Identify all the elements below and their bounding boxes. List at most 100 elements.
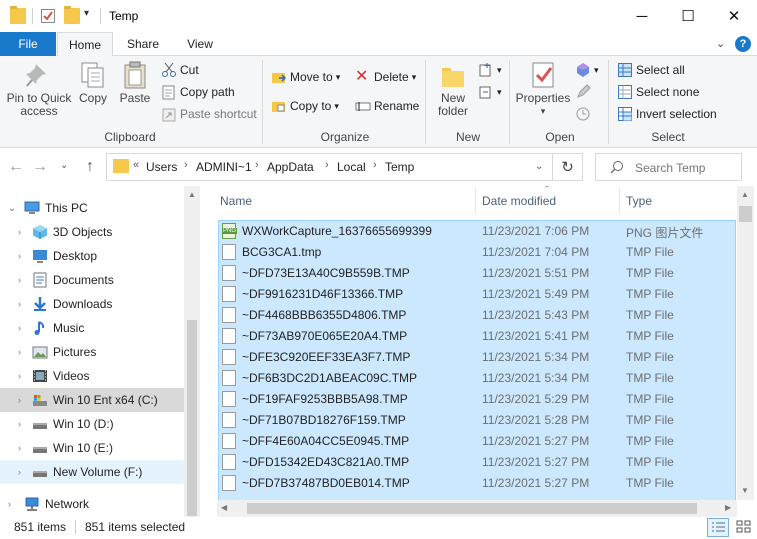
chevron-right-icon[interactable]: › (18, 323, 21, 333)
file-name[interactable]: WXWorkCapture_16376655699399 (242, 224, 432, 238)
file-name[interactable]: BCG3CA1.tmp (242, 245, 321, 259)
chevron-down-icon[interactable]: ▾ (84, 8, 100, 24)
select-none-button[interactable]: Select none (617, 82, 699, 102)
tab-share[interactable]: Share (118, 32, 168, 56)
breadcrumb-admini[interactable]: ADMINI~1 (196, 160, 252, 174)
recent-locations-chevron-icon[interactable]: ⌄ (60, 160, 68, 171)
file-name[interactable]: ~DF71B07BD18276F159.TMP (242, 413, 406, 427)
address-bar[interactable]: « Users › ADMINI~1 › AppData › Local › T… (106, 153, 553, 181)
chevron-right-icon[interactable]: › (18, 419, 21, 429)
breadcrumb-appdata[interactable]: AppData (267, 160, 314, 174)
paste-button[interactable]: Paste (116, 60, 154, 105)
tab-file[interactable]: File (0, 32, 56, 56)
maximize-button[interactable]: ☐ (665, 0, 711, 32)
help-icon[interactable]: ? (735, 36, 751, 52)
new-folder-button[interactable]: New folder (432, 60, 474, 118)
nav-item-desktop[interactable]: › Desktop (0, 244, 184, 268)
scrollbar-thumb[interactable] (739, 206, 752, 222)
history-button[interactable] (575, 104, 594, 124)
invert-selection-button[interactable]: Invert selection (617, 104, 717, 124)
chevron-right-icon[interactable]: › (18, 443, 21, 453)
breadcrumb-users[interactable]: Users (146, 160, 177, 174)
edit-button[interactable] (575, 82, 594, 102)
close-button[interactable]: ✕ (711, 0, 757, 32)
chevron-right-icon[interactable]: › (18, 395, 21, 405)
column-header-type[interactable]: Type (626, 186, 726, 216)
file-name[interactable]: ~DFD73E13A40C9B559B.TMP (242, 266, 410, 280)
nav-item-music[interactable]: › Music (0, 316, 184, 340)
scroll-right-arrow-icon[interactable]: ▶ (725, 503, 731, 512)
scrollbar-thumb[interactable] (187, 320, 197, 516)
rename-button[interactable]: Rename (355, 96, 419, 116)
file-row[interactable]: ~DF9916231D46F13366.TMP 11/23/2021 5:49 P… (218, 283, 736, 304)
properties-quick-icon[interactable] (40, 8, 56, 24)
nav-item-documents[interactable]: › Documents (0, 268, 184, 292)
nav-item-network[interactable]: › Network (0, 492, 184, 516)
select-all-button[interactable]: Select all (617, 60, 685, 80)
details-view-button[interactable] (707, 518, 729, 537)
open-button[interactable]: ▾ (575, 60, 599, 80)
column-divider[interactable] (475, 188, 476, 214)
navigation-pane-scrollbar[interactable]: ▲ (184, 186, 200, 518)
back-arrow-icon[interactable]: ← (8, 158, 24, 176)
nav-item-downloads[interactable]: › Downloads (0, 292, 184, 316)
forward-arrow-icon[interactable]: → (32, 158, 48, 176)
chevron-right-icon[interactable]: › (18, 347, 21, 357)
chevron-down-icon[interactable]: ⌄ (8, 203, 16, 214)
cut-button[interactable]: Cut (161, 60, 199, 80)
new-folder-quick-icon[interactable] (64, 6, 80, 24)
search-placeholder[interactable]: Search Temp (635, 161, 705, 175)
file-name[interactable]: ~DF73AB970E065E20A4.TMP (242, 329, 407, 343)
nav-item-videos[interactable]: › Videos (0, 364, 184, 388)
move-to-button[interactable]: Move to ▾ (271, 67, 340, 87)
nav-item-drive-e[interactable]: › Win 10 (E:) (0, 436, 184, 460)
column-divider[interactable] (619, 188, 620, 214)
copy-to-button[interactable]: Copy to ▾ (271, 96, 339, 116)
tab-view[interactable]: View (176, 32, 224, 56)
chevron-right-icon[interactable]: › (18, 251, 21, 261)
file-row[interactable]: ~DFE3C920EEF33EA3F7.TMP 11/23/2021 5:34 P… (218, 346, 736, 367)
scroll-up-arrow-icon[interactable]: ▲ (741, 190, 749, 199)
file-row[interactable]: ~DF4468BBB6355D4806.TMP 11/23/2021 5:43 P… (218, 304, 736, 325)
file-name[interactable]: ~DF9916231D46F13366.TMP (242, 287, 403, 301)
nav-item-drive-c[interactable]: › Win 10 Ent x64 (C:) (0, 388, 184, 412)
minimize-button[interactable]: ─ (619, 0, 665, 32)
file-name[interactable]: ~DF19FAF9253BBB5A98.TMP (242, 392, 408, 406)
file-row[interactable]: ~DFF4E60A04CC5E0945.TMP 11/23/2021 5:27 P… (218, 430, 736, 451)
paste-shortcut-button[interactable]: Paste shortcut (161, 104, 257, 124)
chevron-right-icon[interactable]: › (18, 275, 21, 285)
scroll-left-arrow-icon[interactable]: ◀ (221, 503, 227, 512)
chevron-right-icon[interactable]: › (18, 227, 21, 237)
file-name[interactable]: ~DFD15342ED43C821A0.TMP (242, 455, 409, 469)
refresh-button[interactable]: ↻ (553, 153, 583, 181)
properties-button[interactable]: Properties ▾ (514, 60, 572, 118)
file-name[interactable]: ~DFF4E60A04CC5E0945.TMP (242, 434, 409, 448)
file-name[interactable]: ~DF6B3DC2D1ABEAC09C.TMP (242, 371, 417, 385)
file-row[interactable]: ~DFD15342ED43C821A0.TMP 11/23/2021 5:27 P… (218, 451, 736, 472)
nav-item-this-pc[interactable]: ⌄ This PC (0, 196, 184, 220)
scroll-down-arrow-icon[interactable]: ▼ (741, 486, 749, 495)
new-item-button[interactable]: ▾ (478, 60, 502, 80)
file-row[interactable]: ~DFD73E13A40C9B559B.TMP 11/23/2021 5:51 P… (218, 262, 736, 283)
breadcrumb-local[interactable]: Local (337, 160, 366, 174)
breadcrumb-separator-icon[interactable]: › (184, 159, 188, 171)
file-row[interactable]: ~DF19FAF9253BBB5A98.TMP 11/23/2021 5:29 P… (218, 388, 736, 409)
delete-button[interactable]: ✕ Delete ▾ (355, 67, 416, 87)
file-row[interactable]: ~DF71B07BD18276F159.TMP 11/23/2021 5:28 P… (218, 409, 736, 430)
search-box[interactable]: Search Temp (595, 153, 742, 181)
nav-item-pictures[interactable]: › Pictures (0, 340, 184, 364)
tab-home[interactable]: Home (57, 32, 113, 57)
file-row[interactable]: WXWorkCapture_16376655699399 11/23/2021 7… (218, 220, 736, 241)
chevron-right-icon[interactable]: › (18, 299, 21, 309)
up-arrow-icon[interactable]: ↑ (86, 158, 94, 176)
breadcrumb-temp[interactable]: Temp (385, 160, 414, 174)
easy-access-button[interactable]: ▾ (478, 82, 502, 102)
scroll-up-arrow-icon[interactable]: ▲ (188, 190, 196, 199)
file-row[interactable]: ~DF73AB970E065E20A4.TMP 11/23/2021 5:41 P… (218, 325, 736, 346)
chevron-right-icon[interactable]: › (18, 467, 21, 477)
breadcrumb-separator-icon[interactable]: › (325, 159, 329, 171)
breadcrumb-separator-icon[interactable]: › (255, 159, 259, 171)
address-dropdown-chevron-icon[interactable]: ⌄ (535, 161, 543, 172)
file-row[interactable]: BCG3CA1.tmp 11/23/2021 7:04 PM TMP File (218, 241, 736, 262)
file-name[interactable]: ~DFE3C920EEF33EA3F7.TMP (242, 350, 410, 364)
